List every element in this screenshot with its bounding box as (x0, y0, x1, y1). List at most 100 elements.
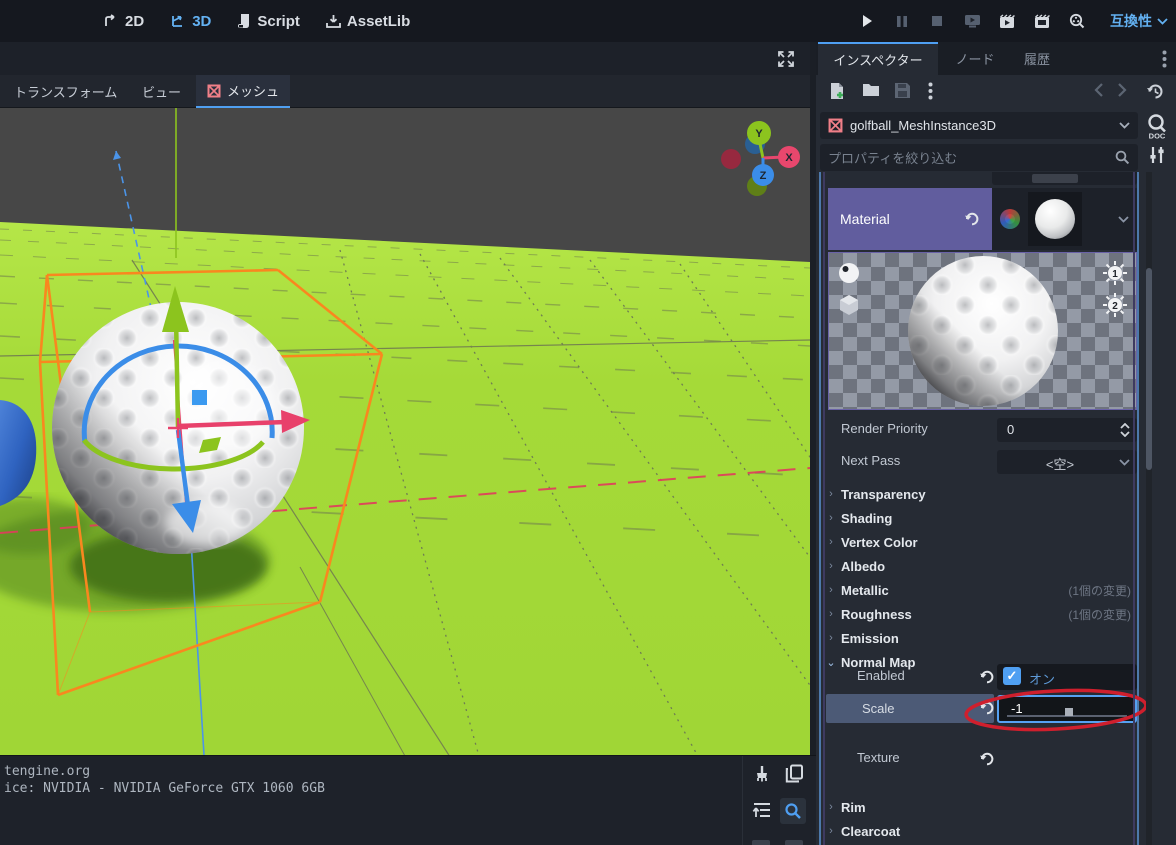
material-preview-ball (907, 255, 1059, 407)
new-resource-icon[interactable] (828, 82, 847, 101)
play-scene-button[interactable] (996, 10, 1018, 32)
next-pass-dropdown[interactable]: <空> (997, 450, 1137, 474)
expand-viewport-icon[interactable] (776, 49, 796, 69)
console-output[interactable]: tengine.org ice: NVIDIA - NVIDIA GeForce… (0, 756, 742, 845)
section-rim[interactable]: ›Rim (821, 795, 1141, 819)
edit-history-icon[interactable] (1146, 82, 1165, 101)
tab-2d[interactable]: 2D (104, 13, 144, 30)
menu-view[interactable]: ビュー (142, 75, 181, 108)
render-priority-input[interactable]: 0 (997, 418, 1137, 442)
property-tools-icon[interactable] (1147, 145, 1173, 171)
mesh-instance-icon (828, 118, 843, 133)
section-clearcoat[interactable]: ›Clearcoat (821, 819, 1141, 843)
preview-box-toggle[interactable] (837, 293, 861, 317)
search-icon (784, 802, 802, 820)
tab-node[interactable]: ノード (944, 42, 1006, 75)
renderer-label: 互換性 (1110, 11, 1152, 31)
node-selector[interactable]: golfball_MeshInstance3D (820, 112, 1138, 139)
render-priority-row: Render Priority 0 (821, 416, 1141, 444)
tab-inspector[interactable]: インスペクター (818, 42, 938, 75)
godot-editor-window: 2D 3D Script AssetLib 互 (0, 0, 1176, 845)
scale-label: Scale (862, 701, 895, 716)
tab-script[interactable]: Script (237, 13, 300, 30)
scale-input[interactable]: -1 (997, 695, 1137, 723)
movie-maker-button[interactable] (1066, 10, 1088, 32)
revert-icon[interactable] (979, 751, 995, 767)
render-priority-label: Render Priority (841, 421, 928, 436)
3d-icon (170, 14, 186, 29)
open-docs-icon[interactable]: DOC (1144, 113, 1170, 139)
copy-output-icon[interactable] (785, 764, 807, 786)
tab-3d[interactable]: 3D (170, 13, 211, 30)
preview-light1-toggle[interactable]: 1 (1102, 260, 1128, 286)
3d-scene: Y X Z (0, 108, 810, 755)
resource-menu-icon[interactable] (928, 82, 947, 101)
section-emission[interactable]: ›Emission (821, 626, 1141, 650)
svg-text:1: 1 (1112, 269, 1118, 280)
gizmo-plane-xy[interactable] (192, 390, 207, 405)
material-label: Material (840, 211, 890, 227)
section-transparency[interactable]: ›Transparency (821, 482, 1141, 506)
menu-transform[interactable]: トランスフォーム (14, 75, 117, 108)
divider (742, 756, 743, 845)
main-toolbar: 2D 3D Script AssetLib 互 (0, 0, 1176, 42)
section-albedo[interactable]: ›Albedo (821, 554, 1141, 578)
material-property-label[interactable]: Material (828, 188, 992, 250)
2d-icon (104, 14, 119, 29)
search-icon (1115, 150, 1130, 165)
changes-badge: (1個の変更) (1068, 582, 1131, 599)
play-button[interactable] (856, 10, 878, 32)
collapse-output-icon[interactable] (752, 800, 774, 822)
axis-neg-x[interactable] (721, 149, 741, 169)
inspector-toolbar (816, 75, 1176, 108)
load-resource-icon[interactable] (862, 82, 881, 101)
normal-map-texture-row: Texture (821, 728, 1141, 790)
enabled-value: ✓ オン (997, 664, 1137, 690)
pause-button[interactable] (891, 10, 913, 32)
enabled-checkbox[interactable]: ✓ (1003, 667, 1021, 685)
history-forward-icon[interactable] (1117, 82, 1136, 101)
revert-icon[interactable] (964, 211, 980, 227)
scale-value: -1 (1011, 701, 1023, 716)
next-pass-label: Next Pass (841, 453, 900, 468)
tabbar-menu-icon[interactable] (1162, 50, 1167, 71)
chevron-down-icon (1157, 18, 1168, 25)
next-pass-row: Next Pass <空> (821, 448, 1141, 476)
inspector-scrollbar-handle[interactable] (1146, 268, 1152, 470)
viewport-header-strip (0, 42, 810, 75)
tab-3d-label: 3D (192, 13, 211, 30)
console-line: tengine.org (4, 763, 742, 780)
3d-viewport[interactable]: Y X Z (0, 108, 810, 755)
section-vertex-color[interactable]: ›Vertex Color (821, 530, 1141, 554)
property-filter-input[interactable]: プロパティを絞り込む (820, 144, 1138, 171)
preview-sphere-toggle[interactable] (837, 261, 861, 285)
save-resource-icon[interactable] (894, 82, 913, 101)
revert-icon[interactable] (979, 669, 995, 685)
scale-slider-track[interactable] (1007, 715, 1127, 717)
tab-history[interactable]: 履歴 (1012, 42, 1062, 75)
node-name: golfball_MeshInstance3D (850, 118, 1112, 133)
search-output-button[interactable] (780, 798, 806, 824)
clipped-icon (752, 840, 774, 845)
spinner-icon[interactable] (1120, 423, 1130, 437)
revert-icon[interactable] (979, 700, 995, 716)
menu-mesh[interactable]: メッシュ (196, 75, 290, 108)
preview-light2-toggle[interactable]: 2 (1102, 292, 1128, 318)
history-back-icon[interactable] (1094, 82, 1113, 101)
material-preview: 1 2 (828, 252, 1137, 410)
section-shading[interactable]: ›Shading (821, 506, 1141, 530)
scale-slider-handle[interactable] (1065, 708, 1073, 716)
clear-output-icon[interactable] (752, 764, 774, 786)
play-custom-scene-button[interactable] (1031, 10, 1053, 32)
tab-script-label: Script (257, 13, 300, 30)
inspector-scroll-area[interactable]: Material (816, 172, 1176, 845)
section-roughness[interactable]: ›Roughness(1個の変更) (821, 602, 1141, 626)
tab-assetlib[interactable]: AssetLib (326, 13, 410, 30)
play-remote-button[interactable] (961, 10, 983, 32)
normal-map-scale-row[interactable]: Scale (826, 694, 994, 723)
section-metallic[interactable]: ›Metallic(1個の変更) (821, 578, 1141, 602)
material-value[interactable] (992, 188, 1137, 250)
stop-button[interactable] (926, 10, 948, 32)
svg-text:Y: Y (755, 128, 763, 140)
renderer-dropdown[interactable]: 互換性 (1110, 0, 1168, 42)
